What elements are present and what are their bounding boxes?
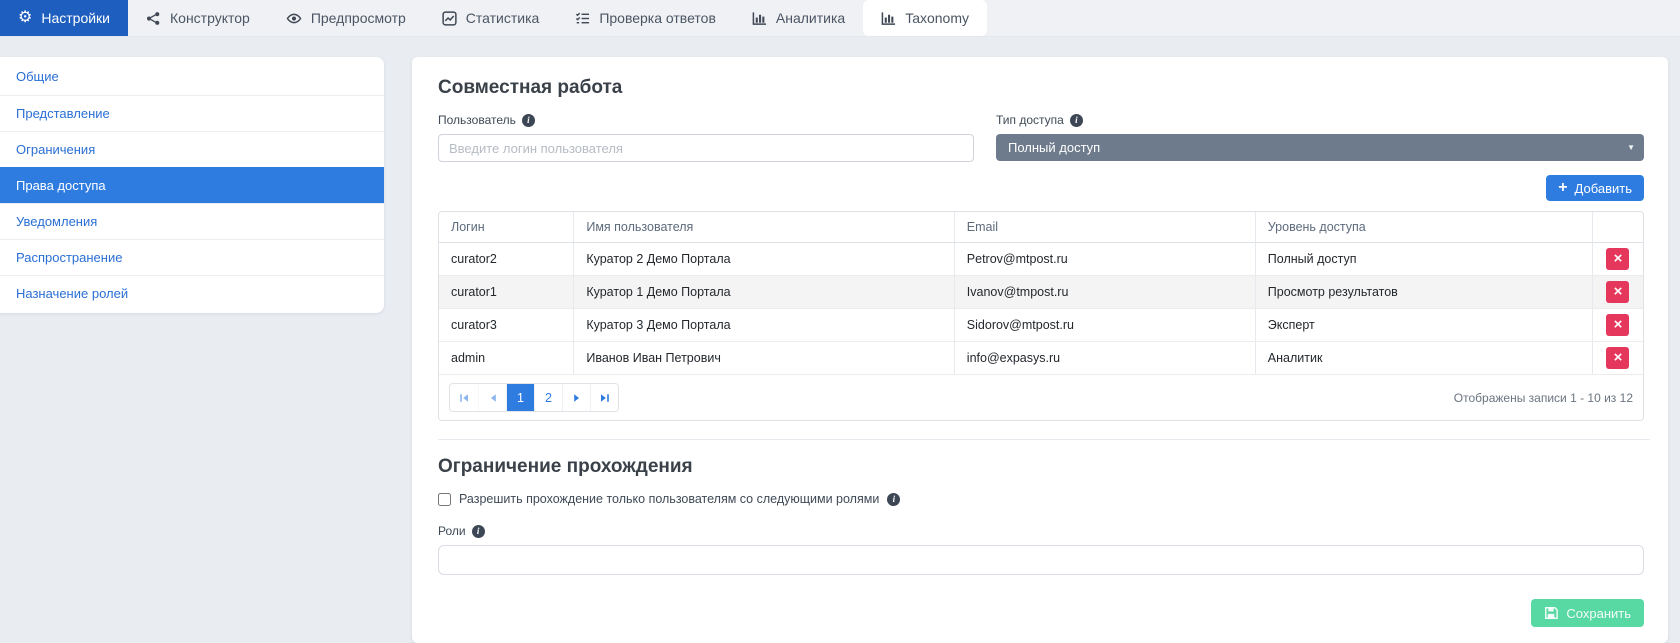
list-check-icon: [575, 11, 590, 26]
cell-level: Эксперт: [1255, 309, 1592, 342]
info-icon[interactable]: [1070, 114, 1083, 127]
table-row: curator3 Куратор 3 Демо Портала Sidorov@…: [439, 309, 1643, 342]
sidebar-item-distribution[interactable]: Распространение: [0, 239, 384, 275]
cell-name: Иванов Иван Петрович: [574, 342, 954, 375]
access-rights-grid: Логин Имя пользователя Email Уровень дос…: [438, 211, 1644, 421]
cell-level: Просмотр результатов: [1255, 276, 1592, 309]
cell-login: curator1: [439, 276, 574, 309]
cell-login: curator2: [439, 243, 574, 276]
delete-row-button[interactable]: [1606, 347, 1629, 369]
tab-label: Настройки: [41, 10, 110, 26]
tab-taxonomy[interactable]: Taxonomy: [863, 0, 987, 36]
table-row: admin Иванов Иван Петрович info@expasys.…: [439, 342, 1643, 375]
user-label: Пользователь: [438, 113, 516, 127]
column-header-actions: [1592, 212, 1643, 243]
cell-name: Куратор 3 Демо Портала: [574, 309, 954, 342]
tab-analytics[interactable]: Аналитика: [734, 0, 863, 36]
sidebar-item-presentation[interactable]: Представление: [0, 95, 384, 131]
cell-login: admin: [439, 342, 574, 375]
share-nodes-icon: [146, 11, 161, 26]
cell-level: Аналитик: [1255, 342, 1592, 375]
tab-preview[interactable]: Предпросмотр: [268, 0, 424, 36]
add-user-button[interactable]: Добавить: [1546, 175, 1644, 201]
eye-icon: [286, 11, 302, 26]
restriction-title: Ограничение прохождения: [438, 456, 1644, 478]
cell-email: Petrov@mtpost.ru: [954, 243, 1255, 276]
gears-icon: ⚙: [18, 10, 32, 26]
save-icon: [1544, 606, 1558, 620]
section-divider: [438, 439, 1650, 440]
save-button-label: Сохранить: [1566, 606, 1631, 621]
pager-page-2[interactable]: 2: [534, 384, 562, 411]
tab-constructor[interactable]: Конструктор: [128, 0, 268, 36]
roles-label: Роли: [438, 524, 466, 538]
sidebar-item-general[interactable]: Общие: [0, 59, 384, 95]
delete-row-button[interactable]: [1606, 281, 1629, 303]
settings-sidebar: Общие Представление Ограничения Права до…: [0, 57, 384, 313]
chart-column-icon: [881, 11, 896, 26]
info-icon[interactable]: [522, 114, 535, 127]
info-icon[interactable]: [887, 493, 900, 506]
grid-pager: 1 2 Отображены записи 1 - 10 из 12: [439, 375, 1643, 420]
tab-label: Статистика: [466, 10, 540, 26]
pager-next-button[interactable]: [562, 384, 590, 411]
column-header-email[interactable]: Email: [954, 212, 1255, 243]
pager-first-button[interactable]: [450, 384, 478, 411]
delete-row-button[interactable]: [1606, 314, 1629, 336]
tab-label: Аналитика: [776, 10, 845, 26]
cell-email: info@expasys.ru: [954, 342, 1255, 375]
tab-label: Предпросмотр: [311, 10, 406, 26]
pager-prev-button[interactable]: [478, 384, 506, 411]
cell-name: Куратор 2 Демо Портала: [574, 243, 954, 276]
table-row: curator2 Куратор 2 Демо Портала Petrov@m…: [439, 243, 1643, 276]
user-login-input[interactable]: [438, 134, 974, 162]
add-button-label: Добавить: [1575, 181, 1632, 196]
top-navbar: ⚙ Настройки Конструктор Предпросмотр Ста…: [0, 0, 1680, 37]
column-header-level[interactable]: Уровень доступа: [1255, 212, 1592, 243]
sidebar-item-limitations[interactable]: Ограничения: [0, 131, 384, 167]
cell-level: Полный доступ: [1255, 243, 1592, 276]
column-header-login[interactable]: Логин: [439, 212, 574, 243]
restrict-roles-checkbox[interactable]: [438, 493, 451, 506]
tab-statistics[interactable]: Статистика: [424, 0, 558, 36]
sidebar-item-role-assignment[interactable]: Назначение ролей: [0, 275, 384, 311]
info-icon[interactable]: [472, 525, 485, 538]
pager-last-button[interactable]: [590, 384, 618, 411]
tab-answer-check[interactable]: Проверка ответов: [557, 0, 734, 36]
tab-label: Taxonomy: [905, 10, 969, 26]
tab-label: Конструктор: [170, 10, 250, 26]
cell-login: curator3: [439, 309, 574, 342]
cell-email: Ivanov@tmpost.ru: [954, 276, 1255, 309]
sidebar-item-access-rights[interactable]: Права доступа: [0, 167, 384, 203]
chart-column-icon: [752, 11, 767, 26]
table-row: curator1 Куратор 1 Демо Портала Ivanov@t…: [439, 276, 1643, 309]
restrict-roles-checkbox-label: Разрешить прохождение только пользовател…: [459, 492, 879, 506]
cell-email: Sidorov@mtpost.ru: [954, 309, 1255, 342]
access-type-label: Тип доступа: [996, 113, 1064, 127]
sidebar-item-notifications[interactable]: Уведомления: [0, 203, 384, 239]
cell-name: Куратор 1 Демо Портала: [574, 276, 954, 309]
save-button[interactable]: Сохранить: [1531, 599, 1644, 627]
pager-page-1[interactable]: 1: [506, 384, 534, 411]
column-header-name[interactable]: Имя пользователя: [574, 212, 954, 243]
tab-label: Проверка ответов: [599, 10, 716, 26]
tab-settings[interactable]: ⚙ Настройки: [0, 0, 128, 36]
roles-input[interactable]: [438, 545, 1644, 575]
access-type-value: Полный доступ: [1008, 140, 1100, 155]
access-type-select[interactable]: Полный доступ: [996, 134, 1644, 161]
collaboration-title: Совместная работа: [438, 77, 1644, 99]
access-rights-panel: Совместная работа Пользователь Тип досту…: [412, 57, 1668, 643]
pager-info: Отображены записи 1 - 10 из 12: [1454, 391, 1633, 405]
chart-line-icon: [442, 11, 457, 26]
delete-row-button[interactable]: [1606, 248, 1629, 270]
